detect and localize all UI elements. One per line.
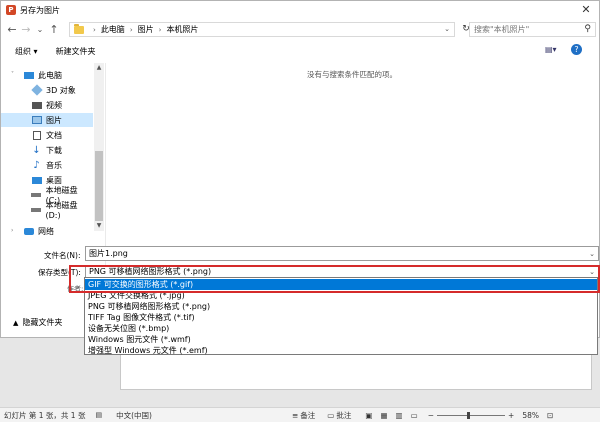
forward-button[interactable]: → [19, 22, 33, 38]
sidebar-item-label: 下载 [46, 145, 62, 155]
sidebar-item-downloads[interactable]: ↓ 下载 [1, 143, 93, 157]
scroll-down-icon[interactable]: ▼ [94, 221, 104, 231]
sidebar-item-videos[interactable]: 视频 [1, 98, 93, 112]
filename-value: 图片1.png [89, 249, 128, 258]
powerpoint-icon: P [6, 5, 16, 15]
download-icon: ↓ [32, 144, 41, 156]
expand-icon[interactable]: ˅ [11, 68, 14, 82]
sidebar-item-label: 3D 对象 [46, 85, 76, 95]
drive-icon [31, 205, 42, 215]
help-icon[interactable]: ? [571, 44, 582, 55]
search-input[interactable]: 搜索"本机照片" ⚲ [469, 22, 596, 37]
status-bar: 幻灯片 第 1 张，共 1 张 ▤ 中文(中国) ≡ 备注 ▭ 批注 ▣ ▦ ▥… [0, 407, 600, 422]
comments-button[interactable]: 批注 [336, 410, 351, 421]
annotation-highlight [69, 265, 600, 293]
address-bar[interactable]: › 此电脑 › 图片 › 本机照片 ⌄ [69, 22, 455, 37]
documents-icon [31, 130, 42, 140]
chevron-up-icon: ▲ [13, 318, 19, 327]
address-dropdown-icon[interactable]: ⌄ [442, 23, 452, 36]
network-icon [23, 226, 34, 236]
sidebar-item-label: 文档 [46, 130, 62, 140]
chevron-down-icon[interactable]: ⌄ [589, 247, 595, 262]
drive-icon [31, 190, 42, 200]
reading-view-icon[interactable]: ▥ [396, 411, 403, 420]
sidebar-item-this-pc[interactable]: ˅ 此电脑 [1, 68, 93, 82]
sidebar-item-3d-objects[interactable]: 3D 对象 [1, 83, 93, 97]
search-icon[interactable]: ⚲ [584, 24, 591, 34]
language-indicator[interactable]: 中文(中国) [116, 410, 152, 421]
option-tiff[interactable]: TIFF Tag 图像文件格式 (*.tif) [85, 312, 597, 323]
sidebar-item-label: 此电脑 [38, 70, 62, 80]
option-bmp[interactable]: 设备无关位图 (*.bmp) [85, 323, 597, 334]
notes-button[interactable]: 备注 [300, 410, 315, 421]
filename-input[interactable]: 图片1.png ⌄ [85, 246, 599, 261]
command-toolbar: 组织 ▾ 新建文件夹 ▤▾ ? [1, 42, 599, 60]
expand-icon[interactable]: › [11, 224, 13, 238]
close-button[interactable]: ✕ [579, 3, 593, 17]
scrollbar-thumb[interactable] [95, 151, 103, 221]
option-wmf[interactable]: Windows 图元文件 (*.wmf) [85, 334, 597, 345]
slide-sorter-icon[interactable]: ▦ [380, 411, 387, 420]
sidebar-item-label: 视频 [46, 100, 62, 110]
zoom-in-icon[interactable]: + [508, 411, 514, 420]
sidebar-item-pictures[interactable]: 图片 [1, 113, 93, 127]
scroll-up-icon[interactable]: ▲ [94, 63, 104, 73]
fit-slide-icon[interactable]: ⊡ [547, 411, 553, 420]
sidebar-item-label: 音乐 [46, 160, 62, 170]
navigation-bar: ← → ⌄ ↑ › 此电脑 › 图片 › 本机照片 ⌄ ↻ 搜索"本机照片" ⚲ [1, 20, 599, 40]
chevron-right-icon[interactable]: › [130, 26, 133, 34]
empty-results-message: 没有与搜索条件匹配的项。 [307, 70, 397, 79]
organize-button[interactable]: 组织 ▾ [15, 46, 38, 57]
breadcrumb-local-photos[interactable]: 本机照片 [166, 24, 198, 35]
folder-icon [74, 23, 84, 34]
zoom-slider[interactable] [437, 411, 506, 419]
zoom-out-icon[interactable]: − [428, 411, 434, 420]
sidebar-item-label: 网络 [38, 226, 54, 236]
new-folder-button[interactable]: 新建文件夹 [56, 46, 96, 57]
spellcheck-icon[interactable]: ▤ [95, 411, 102, 419]
slide-info: 幻灯片 第 1 张，共 1 张 [4, 410, 86, 420]
chevron-right-icon[interactable]: › [159, 26, 162, 34]
filename-label: 文件名(N): [44, 251, 81, 260]
breadcrumb-this-pc[interactable]: 此电脑 [101, 24, 125, 35]
zoom-level[interactable]: 58% [522, 411, 539, 420]
pictures-icon [31, 115, 42, 125]
hide-folders-button[interactable]: ▲ 隐藏文件夹 [13, 317, 62, 328]
desktop-icon [31, 175, 42, 185]
computer-icon [23, 70, 34, 80]
dialog-title: 另存为图片 [20, 5, 60, 15]
sidebar-item-network[interactable]: › 网络 [1, 224, 93, 238]
slideshow-icon[interactable]: ▭ [411, 411, 418, 420]
3d-objects-icon [30, 84, 43, 96]
sidebar-item-label: 图片 [46, 115, 62, 125]
hide-folders-label: 隐藏文件夹 [22, 318, 63, 327]
normal-view-icon[interactable]: ▣ [365, 411, 372, 420]
sidebar-item-drive-d[interactable]: 本地磁盘 (D:) [1, 201, 93, 220]
option-emf[interactable]: 增强型 Windows 元文件 (*.emf) [85, 345, 597, 356]
zoom-slider-thumb[interactable] [467, 411, 471, 419]
sidebar-item-label: 本地磁盘 (D:) [45, 201, 78, 220]
search-placeholder: 搜索"本机照片" [474, 25, 530, 34]
comments-icon[interactable]: ▭ [327, 411, 334, 420]
sidebar-item-label: 桌面 [46, 175, 62, 185]
title-bar: P 另存为图片 ✕ [1, 1, 599, 19]
video-icon [31, 100, 42, 110]
sidebar-item-documents[interactable]: 文档 [1, 128, 93, 142]
notes-icon[interactable]: ≡ [292, 411, 298, 420]
breadcrumb-pictures[interactable]: 图片 [138, 24, 154, 35]
recent-locations-button[interactable]: ⌄ [33, 22, 47, 38]
option-png[interactable]: PNG 可移植网络图形格式 (*.png) [85, 301, 597, 312]
view-options-icon[interactable]: ▤▾ [545, 45, 557, 54]
chevron-right-icon[interactable]: › [93, 26, 96, 34]
back-button[interactable]: ← [5, 22, 19, 38]
sidebar-item-music[interactable]: ♪ 音乐 [1, 158, 93, 172]
up-button[interactable]: ↑ [47, 22, 61, 38]
music-icon: ♪ [33, 159, 40, 171]
